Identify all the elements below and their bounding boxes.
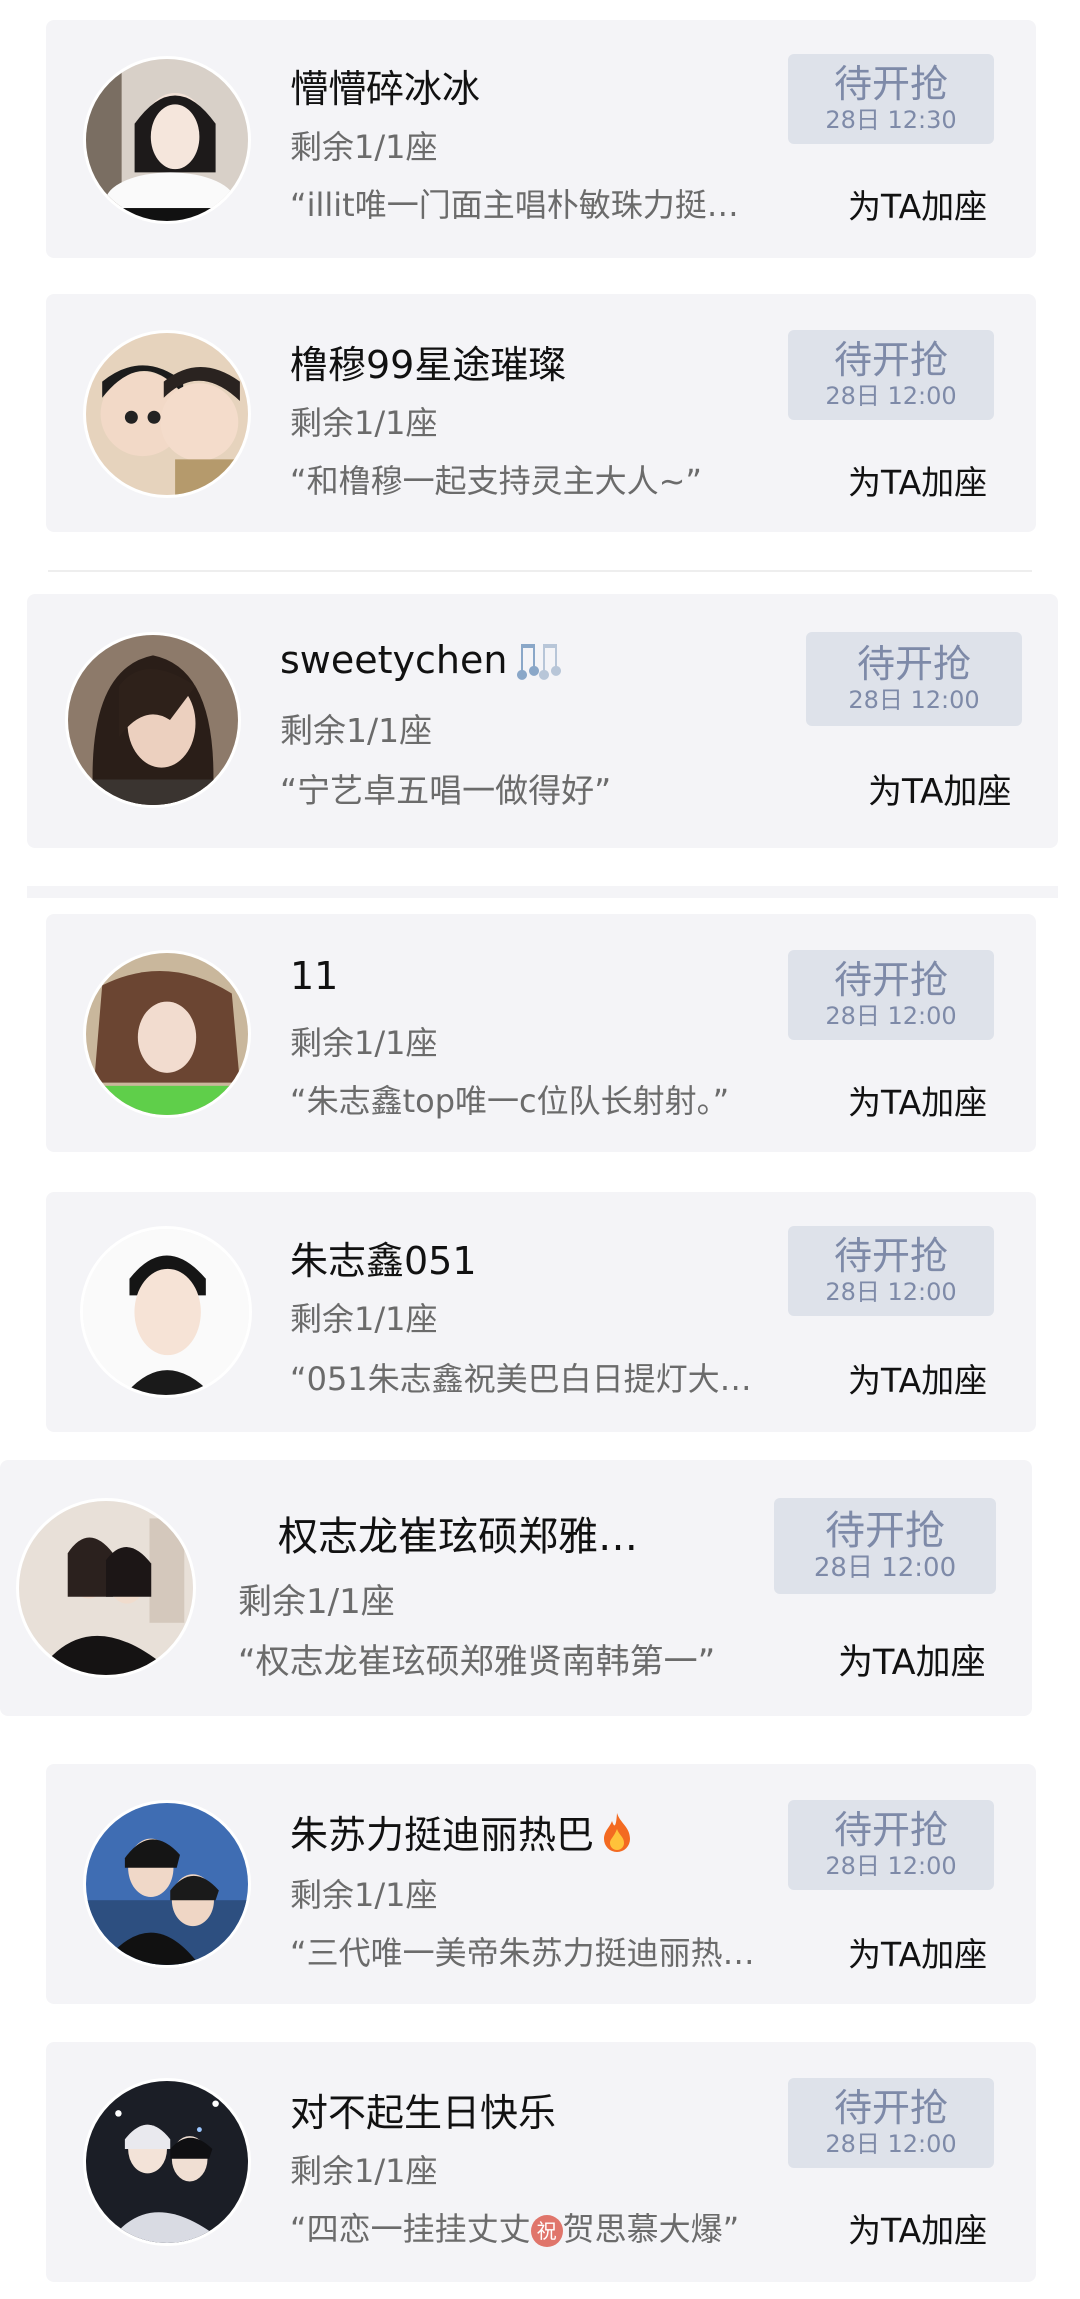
message-text: “权志龙崔玹硕郑雅贤南韩第一” [238,1642,716,1682]
grab-time: 28日 12:00 [825,1278,957,1307]
grab-label: 待开抢 [856,642,971,687]
congrats-emoji-icon: 祝 [530,2215,563,2247]
grab-time: 28日 12:00 [825,1002,957,1031]
grab-label: 待开抢 [833,338,948,383]
grab-button[interactable]: 待开抢 28日 12:00 [806,632,1022,726]
grab-label: 待开抢 [833,62,948,107]
add-seat-button[interactable]: 为TA加座 [848,1354,987,1402]
avatar[interactable] [65,632,241,808]
avatar[interactable] [16,1498,196,1678]
avatar[interactable] [83,56,251,224]
add-seat-button[interactable]: 为TA加座 [848,1076,987,1124]
add-seat-button[interactable]: 为TA加座 [848,1928,987,1976]
seats-remaining: 剩余1/1座 [290,128,438,166]
grab-time: 28日 12:30 [825,106,957,135]
user-name[interactable]: 朱志鑫051 [290,1230,477,1285]
grab-button[interactable]: 待开抢 28日 12:00 [788,330,994,420]
grab-label: 待开抢 [833,958,948,1003]
seats-remaining: 剩余1/1座 [290,1300,438,1338]
grab-label: 待开抢 [833,1234,948,1279]
grab-time: 28日 12:00 [813,1553,957,1584]
avatar[interactable] [80,1226,252,1398]
message-text: “四恋一挂挂丈丈祝贺思慕大爆” [290,2210,740,2248]
grab-time: 28日 12:00 [848,686,980,715]
add-seat-button[interactable]: 为TA加座 [848,180,987,228]
seats-remaining: 剩余1/1座 [290,404,438,442]
avatar[interactable] [83,2078,251,2246]
user-name[interactable]: 橹穆99星途璀璨 [290,334,566,389]
grab-label: 待开抢 [825,1508,945,1555]
message-text: “和橹穆一起支持灵主大人~” [290,462,702,500]
grab-button[interactable]: 待开抢 28日 12:30 [788,54,994,144]
message-text: “朱志鑫top唯一c位队长射射。” [290,1082,730,1120]
user-name[interactable]: 朱苏力挺迪丽热巴 [290,1804,634,1859]
grab-button[interactable]: 待开抢 28日 12:00 [788,950,994,1040]
user-name[interactable]: 对不起生日快乐 [290,2082,556,2137]
add-seat-button[interactable]: 为TA加座 [848,2204,987,2252]
avatar[interactable] [83,1800,251,1968]
grab-button[interactable]: 待开抢 28日 12:00 [774,1498,996,1594]
user-name[interactable]: 权志龙崔玹硕郑雅… [278,1504,638,1562]
avatar[interactable] [83,330,251,498]
add-seat-button[interactable]: 为TA加座 [848,456,987,504]
divider [48,570,1032,572]
seats-remaining: 剩余1/1座 [290,1024,438,1062]
message-text: “051朱志鑫祝美巴白日提灯大… [290,1360,752,1398]
grab-button[interactable]: 待开抢 28日 12:00 [788,2078,994,2168]
seats-remaining: 剩余1/1座 [290,2152,438,2190]
grab-label: 待开抢 [833,1808,948,1853]
seats-remaining: 剩余1/1座 [238,1582,395,1622]
message-text: “三代唯一美帝朱苏力挺迪丽热… [290,1934,755,1972]
add-seat-button[interactable]: 为TA加座 [838,1634,986,1685]
grab-button[interactable]: 待开抢 28日 12:00 [788,1226,994,1316]
grab-label: 待开抢 [833,2086,948,2131]
music-notes-icon [513,640,563,680]
avatar[interactable] [83,950,251,1118]
user-name[interactable]: 懵懵碎冰冰 [290,58,480,113]
user-name[interactable]: sweetychen [280,638,563,682]
fire-icon [600,1811,634,1853]
add-seat-button[interactable]: 为TA加座 [868,764,1011,813]
separator-band [27,886,1058,898]
message-text: “illit唯一门面主唱朴敏珠力挺… [290,186,739,224]
grab-time: 28日 12:00 [825,382,957,411]
grab-button[interactable]: 待开抢 28日 12:00 [788,1800,994,1890]
grab-time: 28日 12:00 [825,2130,957,2159]
seats-remaining: 剩余1/1座 [280,711,433,750]
user-name[interactable]: 11 [290,954,338,998]
grab-time: 28日 12:00 [825,1852,957,1881]
seats-remaining: 剩余1/1座 [290,1876,438,1914]
message-text: “宁艺卓五唱一做得好” [280,771,612,810]
